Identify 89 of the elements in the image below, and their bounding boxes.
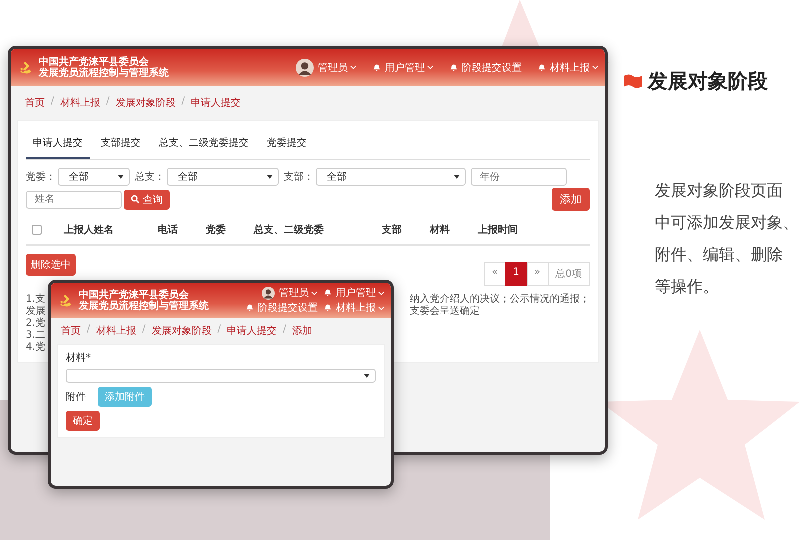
tab[interactable]: 总支、二级党委提交 bbox=[152, 129, 256, 159]
filter-select[interactable]: 全部 bbox=[316, 168, 466, 186]
material-select[interactable] bbox=[66, 369, 376, 383]
note-text: 4.党 bbox=[26, 342, 46, 354]
caret-icon bbox=[350, 65, 357, 70]
system-title: 中国共产党涞平县委员会 bbox=[39, 56, 150, 68]
caret-icon bbox=[378, 306, 385, 310]
system-title: 发展党员流程控制与管理系统 bbox=[39, 68, 169, 78]
column-header: 上报人姓名 bbox=[64, 224, 115, 237]
breadcrumb-link[interactable]: 申请人提交 bbox=[227, 324, 278, 338]
column-header: 支部 bbox=[382, 224, 403, 237]
bell-icon bbox=[373, 64, 381, 72]
column-header: 电话 bbox=[158, 224, 179, 237]
breadcrumb-separator: / bbox=[283, 324, 286, 337]
nav-menu[interactable]: 阶段提交设置 bbox=[258, 301, 318, 315]
filter-select[interactable]: 全部 bbox=[58, 168, 130, 186]
breadcrumb-separator: / bbox=[182, 96, 186, 109]
breadcrumb-separator: / bbox=[51, 96, 54, 109]
add-button[interactable]: 添加 bbox=[552, 188, 590, 211]
attachment-label: 附件 bbox=[66, 391, 86, 404]
next-page-button[interactable]: » bbox=[526, 262, 549, 286]
column-header: 材料 bbox=[430, 224, 451, 237]
bell-icon bbox=[324, 289, 332, 297]
tab[interactable]: 党委提交 bbox=[260, 129, 314, 159]
name-input[interactable]: 姓名 bbox=[26, 190, 122, 208]
confirm-button[interactable]: 确定 bbox=[66, 411, 100, 431]
breadcrumb-separator: / bbox=[218, 324, 222, 337]
bell-icon bbox=[324, 304, 332, 312]
breadcrumb-separator: / bbox=[106, 96, 110, 109]
breadcrumb-separator: / bbox=[142, 324, 146, 337]
description-text: 等操作。 bbox=[655, 276, 720, 298]
caret-icon bbox=[311, 290, 318, 296]
nav-menu[interactable]: 阶段提交设置 bbox=[462, 60, 522, 74]
nav-menu[interactable]: 用户管理 bbox=[336, 286, 385, 300]
filter-select[interactable]: 全部 bbox=[167, 168, 279, 186]
filter-label: 支部： bbox=[284, 170, 314, 184]
bell-icon bbox=[538, 64, 546, 72]
year-input[interactable]: 年份 bbox=[471, 168, 567, 186]
breadcrumb-link[interactable]: 发展对象阶段 bbox=[116, 96, 176, 110]
column-header: 党委 bbox=[206, 223, 227, 237]
note-text: 发展 bbox=[26, 306, 46, 318]
note-text: 2.党 bbox=[26, 318, 46, 330]
breadcrumb-link[interactable]: 首页 bbox=[61, 324, 81, 338]
caret-icon bbox=[427, 65, 434, 70]
search-button[interactable]: 查询 bbox=[124, 190, 170, 210]
caret-icon bbox=[378, 290, 385, 296]
avatar-icon bbox=[296, 58, 314, 76]
flag-icon bbox=[624, 74, 642, 89]
breadcrumb-link[interactable]: 材料上报 bbox=[96, 324, 136, 338]
page-button[interactable]: 1 bbox=[505, 262, 528, 286]
caret-icon bbox=[454, 175, 460, 179]
bell-icon bbox=[450, 64, 458, 72]
user-menu[interactable]: 管理员 bbox=[318, 60, 357, 74]
description-text: 附件、编辑、删除 bbox=[655, 244, 784, 266]
breadcrumb-link[interactable]: 发展对象阶段 bbox=[152, 324, 212, 338]
select-all-checkbox[interactable] bbox=[32, 225, 42, 235]
tab[interactable]: 申请人提交 bbox=[26, 129, 90, 159]
description-text: 中可添加发展对象、 bbox=[655, 212, 799, 234]
total-count: 总0项 bbox=[548, 262, 590, 286]
search-icon bbox=[131, 195, 140, 204]
caret-icon bbox=[364, 374, 370, 378]
section-title: 发展对象阶段 bbox=[648, 68, 768, 95]
note-text: 3.二 bbox=[26, 330, 46, 342]
column-header: 总支、二级党委 bbox=[254, 223, 325, 237]
system-title: 中国共产党涞平县委员会 bbox=[79, 290, 190, 300]
breadcrumb-link[interactable]: 首页 bbox=[25, 96, 45, 110]
delete-selected-button[interactable]: 删除选中 bbox=[26, 254, 76, 276]
breadcrumb-link[interactable]: 材料上报 bbox=[60, 96, 100, 110]
bell-icon bbox=[246, 304, 254, 312]
tab[interactable]: 支部提交 bbox=[94, 129, 148, 159]
filter-label: 总支： bbox=[135, 170, 165, 184]
nav-menu[interactable]: 材料上报 bbox=[336, 301, 385, 315]
caret-icon bbox=[118, 175, 124, 179]
breadcrumb-link[interactable]: 添加 bbox=[292, 324, 312, 338]
breadcrumb-link[interactable]: 申请人提交 bbox=[191, 96, 242, 110]
note-text: 1.支 bbox=[26, 294, 46, 306]
note-text: 纳入党介绍人的决议；公示情况的通报；支委会呈送确定 bbox=[410, 294, 590, 319]
caret-icon bbox=[267, 175, 273, 179]
description-text: 发展对象阶段页面 bbox=[655, 180, 784, 202]
breadcrumb-separator: / bbox=[87, 324, 90, 337]
filter-label: 党委： bbox=[26, 170, 56, 184]
nav-menu[interactable]: 材料上报 bbox=[550, 60, 599, 74]
avatar-icon bbox=[262, 286, 275, 300]
column-header: 上报时间 bbox=[478, 224, 518, 237]
caret-icon bbox=[592, 65, 599, 70]
nav-menu[interactable]: 用户管理 bbox=[385, 60, 434, 74]
user-menu[interactable]: 管理员 bbox=[279, 286, 318, 300]
system-title: 发展党员流程控制与管理系统 bbox=[79, 300, 209, 312]
material-label: 材料* bbox=[66, 352, 92, 365]
